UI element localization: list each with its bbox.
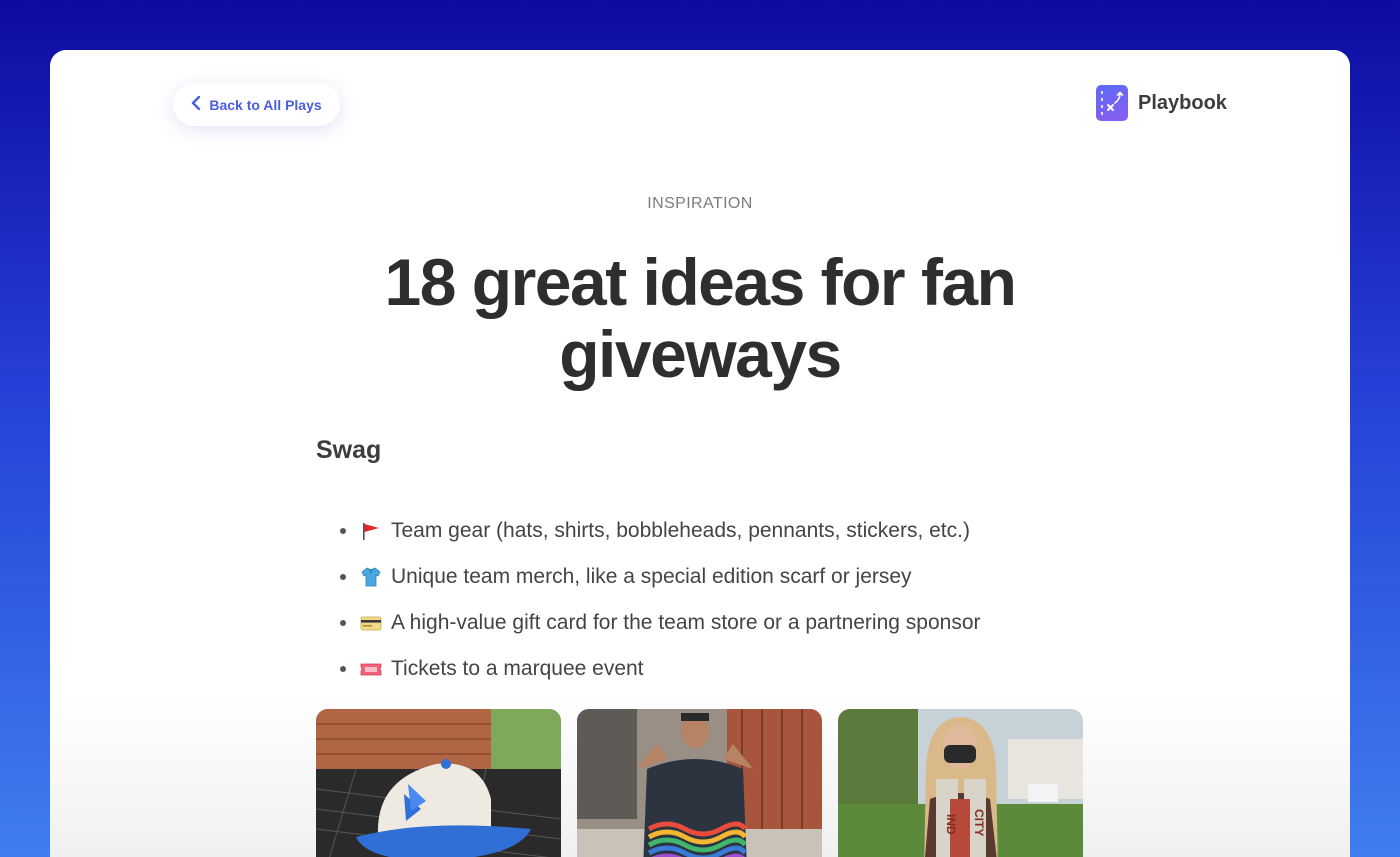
brand-name: Playbook [1138,91,1227,114]
back-button-label: Back to All Plays [209,96,322,113]
shirt-icon [360,566,382,588]
back-to-all-plays-button[interactable]: Back to All Plays [173,83,340,126]
bullet [340,620,346,626]
image-gallery: IND CITY [316,709,1083,857]
credit-card-icon [360,612,382,634]
list-item-text: Tickets to a marquee event [391,657,644,680]
category-label: INSPIRATION [647,195,753,212]
page-title: 18 great ideas for fan giveways [300,246,1100,390]
title-line-1: 18 great ideas for fan [384,245,1017,319]
jersey-photo[interactable] [577,709,822,857]
list-item: A high-value gift card for the team stor… [316,600,1096,646]
bullet [340,528,346,534]
bullet [340,574,346,580]
giveaway-list: Team gear (hats, shirts, bobbleheads, pe… [316,508,1096,692]
scarf-photo[interactable]: IND CITY [838,709,1083,857]
svg-text:IND: IND [944,814,958,835]
section-heading: Swag [316,436,382,464]
brand[interactable]: Playbook [1096,84,1227,122]
svg-text:CITY: CITY [972,809,986,836]
ticket-icon [360,658,382,680]
title-line-2: giveways [559,317,842,391]
flag-icon [360,520,382,542]
bullet [340,666,346,672]
chevron-left-icon [191,95,201,113]
list-item-text: Unique team merch, like a special editio… [391,565,912,588]
list-item: Unique team merch, like a special editio… [316,554,1096,600]
list-item: Team gear (hats, shirts, bobbleheads, pe… [316,508,1096,554]
cap-photo[interactable] [316,709,561,857]
list-item-text: Team gear (hats, shirts, bobbleheads, pe… [391,519,970,542]
playbook-logo-icon [1096,85,1128,121]
content-card: Back to All Plays Playbook INSPIRATION 1… [50,50,1350,857]
list-item: Tickets to a marquee event [316,646,1096,692]
list-item-text: A high-value gift card for the team stor… [391,611,981,634]
